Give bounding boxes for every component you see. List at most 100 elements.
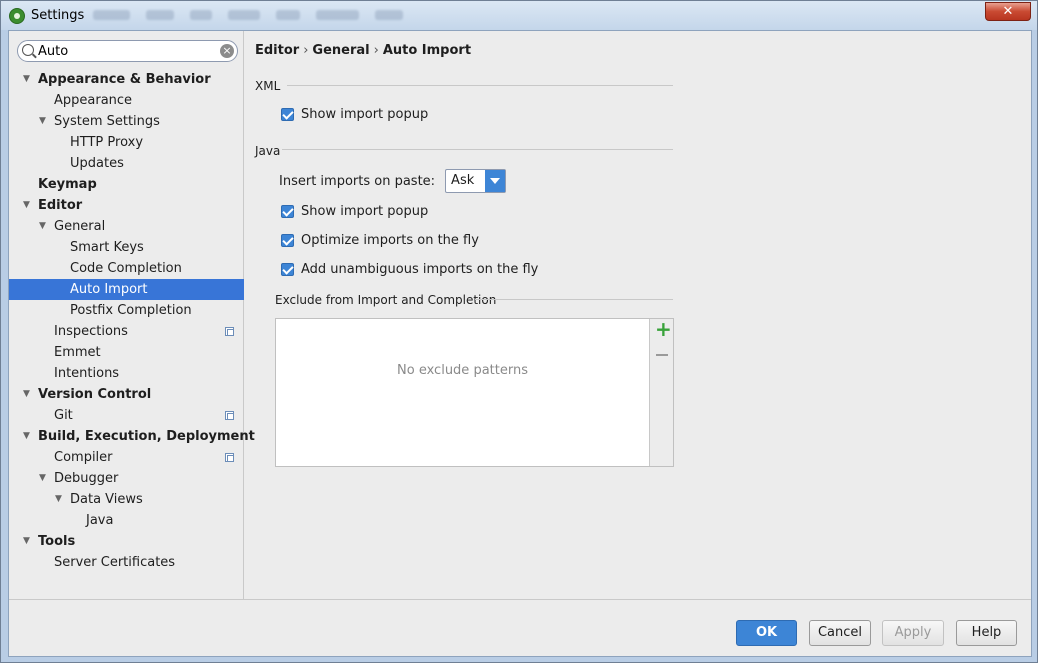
tree-item-label: Build, Execution, Deployment bbox=[38, 429, 255, 444]
java-show-import-popup-label: Show import popup bbox=[301, 203, 429, 219]
java-divider bbox=[282, 149, 673, 150]
tree-item[interactable]: Server Certificates bbox=[9, 552, 244, 573]
breadcrumb-general: General bbox=[312, 43, 370, 58]
tree-item-label: Compiler bbox=[54, 450, 113, 465]
tree-item-label: Java bbox=[86, 513, 114, 528]
tree-item[interactable]: Compiler bbox=[9, 447, 244, 468]
help-button[interactable]: Help bbox=[956, 620, 1017, 646]
tree-item[interactable]: ▼ Version Control bbox=[9, 384, 244, 405]
tree-item-label: Postfix Completion bbox=[70, 303, 192, 318]
tree-item-label: General bbox=[54, 219, 106, 234]
app-logo-icon bbox=[9, 8, 25, 24]
tree-item-label: Smart Keys bbox=[70, 240, 144, 255]
optimize-imports-checkbox[interactable] bbox=[281, 233, 294, 247]
tree-item[interactable]: Appearance bbox=[9, 90, 244, 111]
tree-item[interactable]: Git bbox=[9, 405, 244, 426]
tree-item-label: Data Views bbox=[70, 492, 143, 507]
tree-item[interactable]: ▼ General bbox=[9, 216, 244, 237]
tree-item[interactable]: ▼ Debugger bbox=[9, 468, 244, 489]
java-show-import-popup-row[interactable]: Show import popup bbox=[281, 202, 428, 220]
insert-imports-row: Insert imports on paste: Ask bbox=[279, 169, 507, 193]
search-icon bbox=[22, 44, 34, 56]
tree-item-label: Tools bbox=[38, 534, 76, 549]
tree-item[interactable]: ▼ Tools bbox=[9, 531, 244, 552]
expand-arrow-icon[interactable]: ▼ bbox=[23, 195, 35, 216]
tree-item[interactable]: Keymap bbox=[9, 174, 244, 195]
tree-item-label: Debugger bbox=[54, 471, 119, 486]
blurred-menu-bar bbox=[93, 10, 403, 21]
expand-arrow-icon[interactable]: ▼ bbox=[23, 69, 35, 90]
tree-item[interactable]: Updates bbox=[9, 153, 244, 174]
expand-arrow-icon[interactable]: ▼ bbox=[39, 111, 51, 132]
empty-list-text: No exclude patterns bbox=[397, 363, 528, 378]
chevron-down-icon[interactable] bbox=[485, 170, 506, 192]
expand-arrow-icon[interactable]: ▼ bbox=[23, 531, 35, 552]
tree-item[interactable]: Auto Import bbox=[9, 279, 244, 300]
tree-item-label: Git bbox=[54, 408, 73, 423]
xml-divider bbox=[287, 85, 673, 86]
tree-item[interactable]: Inspections bbox=[9, 321, 244, 342]
java-section-label: Java bbox=[255, 144, 281, 158]
exclude-toolbar: + bbox=[649, 319, 673, 466]
cancel-button[interactable]: Cancel bbox=[809, 620, 871, 646]
exclude-section-label: Exclude from Import and Completion bbox=[275, 293, 497, 307]
tree-item-label: Inspections bbox=[54, 324, 128, 339]
add-icon[interactable]: + bbox=[655, 319, 672, 339]
optimize-imports-label: Optimize imports on the fly bbox=[301, 232, 479, 248]
insert-imports-select[interactable]: Ask bbox=[445, 169, 507, 193]
tree-item-label: Appearance bbox=[54, 93, 133, 108]
tree-item[interactable]: Intentions bbox=[9, 363, 244, 384]
expand-arrow-icon[interactable]: ▼ bbox=[23, 384, 35, 405]
project-settings-icon bbox=[225, 411, 234, 420]
insert-imports-label: Insert imports on paste: bbox=[279, 173, 436, 189]
tree-item[interactable]: ▼ Data Views bbox=[9, 489, 244, 510]
tree-item[interactable]: ▼ Build, Execution, Deployment bbox=[9, 426, 255, 447]
add-unambiguous-row[interactable]: Add unambiguous imports on the fly bbox=[281, 260, 538, 278]
breadcrumb-separator: › bbox=[303, 43, 309, 58]
breadcrumb-editor: Editor bbox=[255, 43, 300, 58]
expand-arrow-icon[interactable]: ▼ bbox=[23, 426, 35, 447]
breadcrumb-separator: › bbox=[373, 43, 379, 58]
tree-item-label: Version Control bbox=[38, 387, 152, 402]
window-close-button[interactable]: ✕ bbox=[985, 2, 1031, 21]
java-show-import-popup-checkbox[interactable] bbox=[281, 204, 294, 218]
expand-arrow-icon[interactable]: ▼ bbox=[55, 489, 67, 510]
tree-item[interactable]: ▼ Appearance & Behavior bbox=[9, 69, 244, 90]
tree-item[interactable]: Postfix Completion bbox=[9, 300, 244, 321]
tree-item[interactable]: Smart Keys bbox=[9, 237, 244, 258]
apply-button[interactable]: Apply bbox=[882, 620, 944, 646]
expand-arrow-icon[interactable]: ▼ bbox=[39, 216, 51, 237]
tree-item-label: Server Certificates bbox=[54, 555, 176, 570]
tree-item[interactable]: Emmet bbox=[9, 342, 244, 363]
xml-show-import-popup-checkbox[interactable] bbox=[281, 107, 294, 121]
tree-item[interactable]: Code Completion bbox=[9, 258, 244, 279]
exclude-patterns-list[interactable]: No exclude patterns bbox=[276, 319, 649, 466]
search-input[interactable] bbox=[38, 42, 214, 60]
settings-sidebar: × ▼Appearance & Behavior Appearance ▼Syste… bbox=[9, 31, 255, 599]
settings-window: Settings ✕ × ▼Appearance & Behavior Appea… bbox=[0, 0, 1038, 663]
tree-item[interactable]: ▼ Editor bbox=[9, 195, 244, 216]
settings-tree: ▼ Appearance & Behavior Appearance ▼ System … bbox=[9, 69, 255, 573]
search-box: × bbox=[17, 40, 238, 62]
settings-content: Editor › General › Auto Import XML Show impo… bbox=[245, 31, 1031, 599]
tree-item-label: HTTP Proxy bbox=[70, 135, 144, 150]
tree-item[interactable]: ▼ System Settings bbox=[9, 111, 244, 132]
xml-show-import-popup-row[interactable]: Show import popup bbox=[281, 105, 428, 123]
tree-item[interactable]: Java bbox=[9, 510, 244, 531]
insert-imports-value: Ask bbox=[451, 173, 475, 188]
expand-arrow-icon[interactable]: ▼ bbox=[39, 468, 51, 489]
window-title: Settings bbox=[31, 8, 85, 23]
tree-item[interactable]: HTTP Proxy bbox=[9, 132, 244, 153]
remove-icon[interactable] bbox=[656, 354, 668, 356]
title-bar[interactable]: Settings ✕ bbox=[1, 1, 1037, 30]
ok-button[interactable]: OK bbox=[736, 620, 797, 646]
project-settings-icon bbox=[225, 327, 234, 336]
add-unambiguous-checkbox[interactable] bbox=[281, 262, 294, 276]
exclude-patterns-panel: No exclude patterns + bbox=[275, 318, 674, 467]
optimize-imports-row[interactable]: Optimize imports on the fly bbox=[281, 231, 479, 249]
clear-search-icon[interactable]: × bbox=[220, 44, 234, 58]
dialog-footer: OK Cancel Apply Help bbox=[9, 599, 1031, 656]
tree-item-label: Code Completion bbox=[70, 261, 182, 276]
add-unambiguous-label: Add unambiguous imports on the fly bbox=[301, 261, 539, 277]
dialog-body: × ▼Appearance & Behavior Appearance ▼Syste… bbox=[8, 30, 1032, 657]
